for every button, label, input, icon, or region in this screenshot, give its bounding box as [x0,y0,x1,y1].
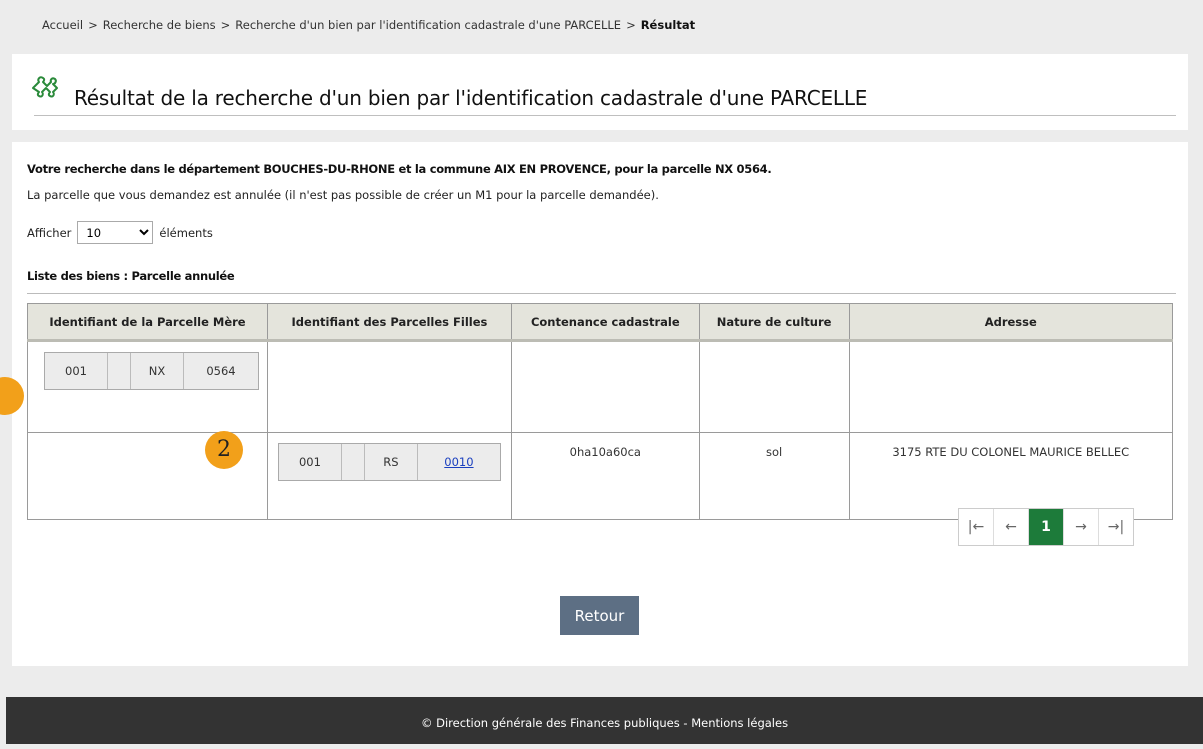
list-divider [27,293,1176,294]
column-header-contenance[interactable]: Contenance cadastrale [510,303,700,342]
back-button[interactable]: Retour [560,596,639,635]
column-header-adresse[interactable]: Adresse [848,303,1173,342]
mother-parcel-id: 001 NX 0564 [43,352,259,390]
mother-parcel-cell: 001 NX 0564 [27,340,268,433]
page-size-suffix: éléments [159,225,213,240]
breadcrumb: Accueil > Recherche de biens > Recherche d'u… [42,18,695,32]
main-content: Votre recherche dans le département BOUC… [0,142,1188,666]
parcel-prefix: 001 [45,353,108,389]
breadcrumb-current: Résultat [640,18,696,32]
cancelled-notice: La parcelle que vous demandez est annulé… [27,188,659,202]
breadcrumb-home[interactable]: Accueil [42,18,83,32]
results-table: Identifiant de la Parcelle Mère Identifi… [27,303,1173,520]
parcel-section: RS [365,444,418,480]
current-page-button[interactable]: 1 [1029,509,1064,545]
table-row: 001 RS 0010 0ha10a60ca sol 3175 RTE DU C… [27,432,1173,520]
page-title: Résultat de la recherche d'un bien par l… [74,86,868,110]
page-size-select[interactable]: 10 [77,221,154,244]
parcel-number: 0010 [418,444,500,480]
list-title: Liste des biens : Parcelle annulée [27,269,235,283]
contenance-cell: 0ha10a60ca [510,432,700,520]
footer-copyright: © Direction générale des Finances publiq… [420,716,680,730]
first-page-button[interactable]: |← [959,509,994,545]
parcel-section-blank [108,353,131,389]
legal-notice-link[interactable]: Mentions légales [691,716,788,730]
table-header-row: Identifiant de la Parcelle Mère Identifi… [27,303,1173,342]
puzzle-icon [32,76,58,98]
footer: © Direction générale des Finances publiq… [6,697,1203,744]
parcel-section-blank [342,444,365,480]
breadcrumb-separator: > [88,18,98,32]
page-size-prefix: Afficher [27,225,72,240]
breadcrumb-separator: > [626,18,636,32]
column-header-culture[interactable]: Nature de culture [698,303,850,342]
adresse-cell [848,340,1173,433]
breadcrumb-search-properties[interactable]: Recherche de biens [103,18,216,32]
annotation-badge [0,377,24,415]
daughter-parcel-cell: 001 RS 0010 [266,432,512,520]
page-size-control: Afficher 10 éléments [27,221,213,244]
table-row: 001 NX 0564 [27,340,1173,433]
parcel-section: NX [131,353,184,389]
daughter-parcel-cell [266,340,512,433]
adresse-cell: 3175 RTE DU COLONEL MAURICE BELLEC [848,432,1173,520]
title-divider [34,115,1176,116]
culture-cell [698,340,850,433]
next-page-button[interactable]: → [1064,509,1099,545]
column-header-daughters[interactable]: Identifiant des Parcelles Filles [266,303,512,342]
parcel-prefix: 001 [279,444,342,480]
page-header: Résultat de la recherche d'un bien par l… [12,54,1188,130]
daughter-parcel-id: 001 RS 0010 [277,443,501,481]
previous-page-button[interactable]: ← [994,509,1029,545]
parcel-number: 0564 [206,364,236,378]
last-page-button[interactable]: →| [1099,509,1133,545]
breadcrumb-parcel-search[interactable]: Recherche d'un bien par l'identification… [235,18,621,32]
search-summary: Votre recherche dans le département BOUC… [27,162,772,176]
footer-separator: - [679,716,692,730]
parcel-number-link[interactable]: 0010 [444,455,473,469]
breadcrumb-separator: > [220,18,231,32]
contenance-cell [510,340,700,433]
pagination: |← ← 1 → →| [958,508,1134,546]
annotation-badge: 2 [205,431,243,469]
column-header-mother[interactable]: Identifiant de la Parcelle Mère [27,303,268,342]
culture-cell: sol [698,432,850,520]
